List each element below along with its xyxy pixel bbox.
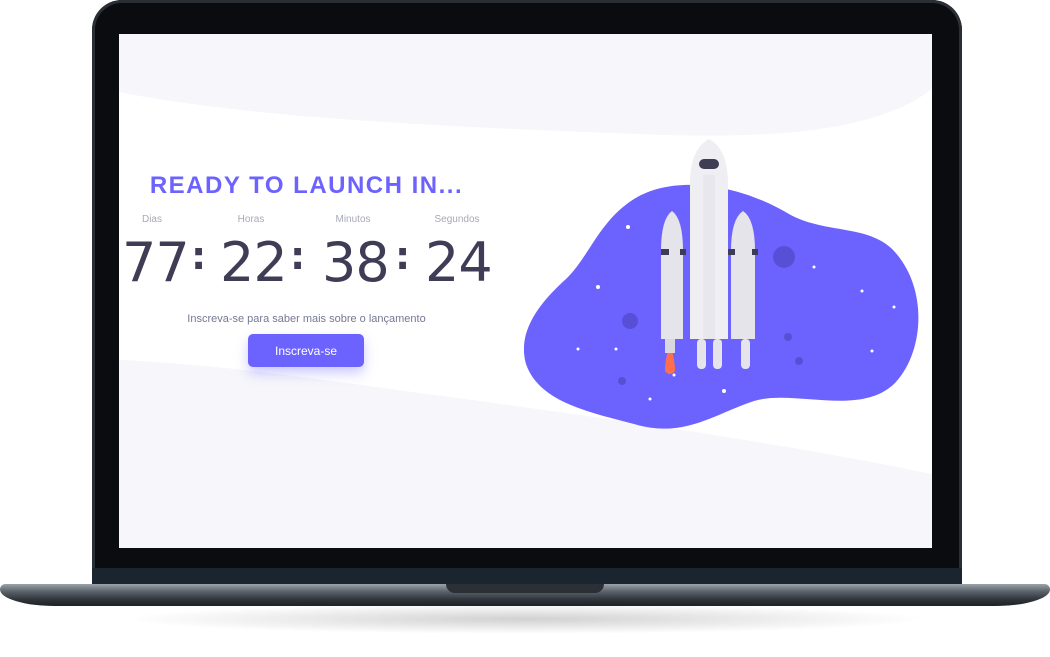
countdown-separator: : xyxy=(191,234,207,278)
rocket-illustration-icon xyxy=(524,139,919,429)
laptop-screen: READY TO LAUNCH IN... Dias Horas Minutos… xyxy=(119,34,932,548)
countdown-labels: Dias Horas Minutos Segundos xyxy=(119,214,494,228)
unit-label-hours: Horas xyxy=(237,214,265,225)
unit-label-seconds: Segundos xyxy=(434,214,480,225)
subscribe-subtitle: Inscreva-se para saber mais sobre o lanç… xyxy=(187,313,426,325)
laptop-shadow xyxy=(120,604,930,634)
subscribe-button[interactable]: Inscreva-se xyxy=(248,334,364,367)
countdown-hours: 22 xyxy=(220,231,288,294)
page-title: READY TO LAUNCH IN... xyxy=(149,172,464,199)
countdown-seconds: 24 xyxy=(425,231,493,294)
laptop-notch xyxy=(446,584,604,593)
countdown-days: 77 xyxy=(122,231,190,294)
countdown-minutes: 38 xyxy=(322,231,390,294)
countdown-separator: : xyxy=(395,234,411,278)
countdown-separator: : xyxy=(290,234,306,278)
countdown-timer: 77 : 22 : 38 : 24 xyxy=(119,232,494,302)
unit-label-days: Dias xyxy=(141,214,162,225)
unit-label-minutes: Minutos xyxy=(335,214,371,225)
